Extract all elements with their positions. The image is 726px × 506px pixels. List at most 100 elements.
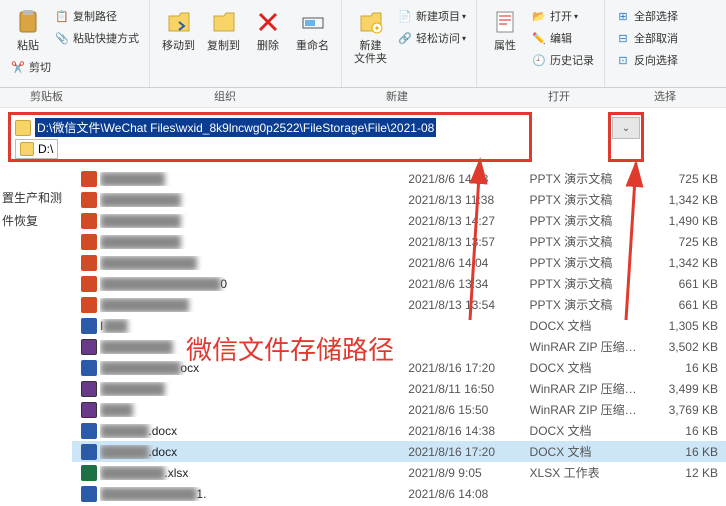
clipboard-group-label: 剪贴板 xyxy=(30,88,63,104)
file-size: 3,769 KB xyxy=(660,403,726,417)
file-row[interactable]: ████2021/8/6 15:50WinRAR ZIP 压缩…3,769 KB xyxy=(72,399,726,420)
file-name: ████ xyxy=(100,403,408,417)
file-type: PPTX 演示文稿 xyxy=(530,296,661,313)
file-date: 2021/8/13 14:27 xyxy=(408,214,529,228)
file-size: 16 KB xyxy=(660,445,726,459)
file-name: ████████.xlsx xyxy=(100,466,408,480)
paste-button[interactable]: 粘贴 xyxy=(6,2,50,57)
copy-to-button[interactable]: 复制到 xyxy=(201,2,246,57)
properties-button[interactable]: 属性 xyxy=(483,2,527,70)
file-type-icon xyxy=(78,444,100,460)
chevron-down-icon: ⌄ xyxy=(622,123,630,134)
sidebar-item[interactable]: 件恢复 xyxy=(0,209,72,232)
group-organize: 移动到 复制到 删除 重命名 xyxy=(150,0,342,87)
invert-selection-button[interactable]: ⊡反向选择 xyxy=(611,50,682,70)
group-select: ⊞全部选择 ⊟全部取消 ⊡反向选择 xyxy=(605,0,688,87)
file-type: PPTX 演示文稿 xyxy=(530,212,661,229)
file-type: PPTX 演示文稿 xyxy=(530,254,661,271)
file-date: 2021/8/6 15:50 xyxy=(408,403,529,417)
file-row[interactable]: ██████████ocx2021/8/16 17:20DOCX 文档16 KB xyxy=(72,357,726,378)
file-date: 2021/8/13 13:57 xyxy=(408,235,529,249)
easy-access-icon: 🔗 xyxy=(397,30,413,46)
file-size: 661 KB xyxy=(660,277,726,291)
copy-path-button[interactable]: 📋复制路径 xyxy=(50,6,143,26)
file-type-icon xyxy=(78,465,100,481)
file-size: 725 KB xyxy=(660,235,726,249)
file-row[interactable]: ████████2021/8/11 16:50WinRAR ZIP 压缩…3,4… xyxy=(72,378,726,399)
file-date: 2021/8/6 14:08 xyxy=(408,172,529,186)
file-name: ██████████ocx xyxy=(100,361,408,375)
file-row[interactable]: ██████████2021/8/13 14:27PPTX 演示文稿1,490 … xyxy=(72,210,726,231)
file-size: 1,342 KB xyxy=(660,256,726,270)
address-area: D:\微信文件\WeChat Files\wxid_8k9lncwg0p2522… xyxy=(0,108,726,168)
file-size: 661 KB xyxy=(660,298,726,312)
paste-shortcut-button[interactable]: 📎粘贴快捷方式 xyxy=(50,28,143,48)
file-type-icon xyxy=(78,297,100,313)
path-icon: 📋 xyxy=(54,8,70,24)
sidebar-item[interactable]: 置生产和测 xyxy=(0,186,72,209)
delete-icon xyxy=(252,6,284,38)
file-row[interactable]: ████████████1.2021/8/6 14:08 xyxy=(72,483,726,504)
file-row[interactable]: ██████.docx2021/8/16 14:38DOCX 文档16 KB xyxy=(72,420,726,441)
file-date: 2021/8/9 9:05 xyxy=(408,466,529,480)
scissors-icon: ✂️ xyxy=(10,59,26,75)
file-row[interactable]: ████████████2021/8/6 14:04PPTX 演示文稿1,342… xyxy=(72,252,726,273)
file-name: ███████████ xyxy=(100,298,408,312)
cut-button[interactable]: ✂️剪切 xyxy=(6,57,55,77)
organize-group-label: 组织 xyxy=(214,88,236,104)
new-item-button[interactable]: 📄新建项目▾ xyxy=(393,6,470,26)
file-row[interactable]: ████████.xlsx2021/8/9 9:05XLSX 工作表12 KB xyxy=(72,462,726,483)
file-row[interactable]: ██████.docx2021/8/16 17:20DOCX 文档16 KB xyxy=(72,441,726,462)
file-row[interactable]: █████████WinRAR ZIP 压缩…3,502 KB xyxy=(72,336,726,357)
file-type-icon xyxy=(78,213,100,229)
file-type: WinRAR ZIP 压缩… xyxy=(530,338,661,355)
file-type: PPTX 演示文稿 xyxy=(530,233,661,250)
file-row[interactable]: ███████████2021/8/13 13:54PPTX 演示文稿661 K… xyxy=(72,294,726,315)
file-type: PPTX 演示文稿 xyxy=(530,275,661,292)
file-row[interactable]: ██████████2021/8/13 11:38PPTX 演示文稿1,342 … xyxy=(72,189,726,210)
file-row[interactable]: ███████████████02021/8/6 13:34PPTX 演示文稿6… xyxy=(72,273,726,294)
file-row[interactable]: ██████████2021/8/13 13:57PPTX 演示文稿725 KB xyxy=(72,231,726,252)
address-dropdown-button[interactable]: ⌄ xyxy=(612,117,640,139)
file-type-icon xyxy=(78,255,100,271)
file-type: XLSX 工作表 xyxy=(530,464,661,481)
group-new: ✦新建 文件夹 📄新建项目▾ 🔗轻松访问▾ xyxy=(342,0,477,87)
file-type-icon xyxy=(78,234,100,250)
file-row[interactable]: ████████2021/8/6 14:08PPTX 演示文稿725 KB xyxy=(72,168,726,189)
file-row[interactable]: l███DOCX 文档1,305 KB xyxy=(72,315,726,336)
move-icon xyxy=(163,6,195,38)
chevron-down-icon: ▾ xyxy=(574,12,578,21)
file-date: 2021/8/11 16:50 xyxy=(408,382,529,396)
new-item-icon: 📄 xyxy=(397,8,413,24)
file-type-icon xyxy=(78,192,100,208)
file-name: ██████.docx xyxy=(100,424,408,438)
open-button[interactable]: 📂打开▾ xyxy=(527,6,598,26)
address-suggestion[interactable]: D:\ xyxy=(15,139,58,159)
file-size: 3,499 KB xyxy=(660,382,726,396)
ribbon: 粘贴 📋复制路径 📎粘贴快捷方式 ✂️剪切 移动到 复制到 删除 重命名 ✦新建… xyxy=(0,0,726,88)
new-folder-button[interactable]: ✦新建 文件夹 xyxy=(348,2,393,70)
open-group-label: 打开 xyxy=(548,88,570,104)
easy-access-button[interactable]: 🔗轻松访问▾ xyxy=(393,28,470,48)
file-name: ██████████ xyxy=(100,193,408,207)
file-size: 16 KB xyxy=(660,361,726,375)
address-bar[interactable]: D:\微信文件\WeChat Files\wxid_8k9lncwg0p2522… xyxy=(15,118,436,137)
rename-button[interactable]: 重命名 xyxy=(290,2,335,57)
new-group-label: 新建 xyxy=(386,88,408,104)
properties-icon xyxy=(489,6,521,38)
file-size: 1,305 KB xyxy=(660,319,726,333)
file-name: ████████████ xyxy=(100,256,408,270)
select-none-button[interactable]: ⊟全部取消 xyxy=(611,28,682,48)
chevron-down-icon: ▾ xyxy=(462,34,466,43)
file-name: ████████████1. xyxy=(100,487,408,501)
select-all-button[interactable]: ⊞全部选择 xyxy=(611,6,682,26)
history-button[interactable]: 🕘历史记录 xyxy=(527,50,598,70)
file-date: 2021/8/16 14:38 xyxy=(408,424,529,438)
move-to-button[interactable]: 移动到 xyxy=(156,2,201,57)
address-highlight-box: D:\微信文件\WeChat Files\wxid_8k9lncwg0p2522… xyxy=(8,112,532,162)
file-size: 16 KB xyxy=(660,424,726,438)
file-list: ████████2021/8/6 14:08PPTX 演示文稿725 KB███… xyxy=(72,168,726,504)
edit-button[interactable]: ✏️编辑 xyxy=(527,28,598,48)
invert-icon: ⊡ xyxy=(615,52,631,68)
delete-button[interactable]: 删除 xyxy=(246,2,290,57)
